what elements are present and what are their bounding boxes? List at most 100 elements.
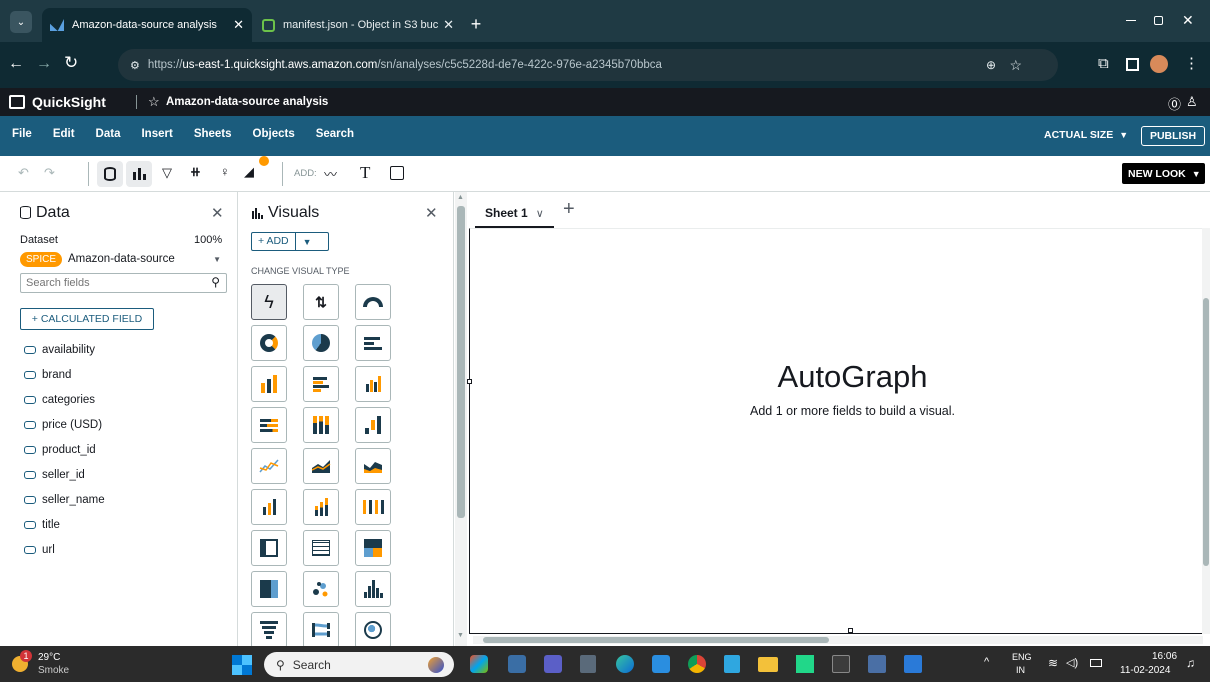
histogram-icon[interactable] [355, 571, 391, 607]
autograph-icon[interactable]: ϟ [251, 284, 287, 320]
sheet-tab[interactable]: Sheet 1 ∨ [475, 200, 554, 228]
field-item[interactable]: brand [0, 362, 238, 387]
visuals-panel-scrollbar[interactable]: ▲ ▼ [455, 192, 467, 646]
canvas-vertical-scrollbar[interactable] [1202, 228, 1210, 634]
resize-handle[interactable] [848, 628, 853, 633]
close-tab-icon[interactable]: ✕ [233, 17, 244, 33]
windows-start-icon[interactable] [232, 655, 252, 675]
field-item[interactable]: availability [0, 337, 238, 362]
area-icon[interactable] [303, 448, 339, 484]
close-tab-icon[interactable]: ✕ [443, 17, 454, 33]
calculated-field-button[interactable]: + CALCULATED FIELD [20, 308, 154, 330]
combo-stacked-icon[interactable] [303, 489, 339, 525]
scroll-up-icon[interactable]: ▲ [457, 194, 464, 201]
extensions-icon[interactable]: ⧉ [1098, 55, 1109, 72]
field-item[interactable]: seller_id [0, 462, 238, 487]
show-hidden-icons[interactable]: ^ [984, 656, 989, 668]
browser-tab-active[interactable]: Amazon-data-source analysis ✕ [42, 8, 252, 42]
publish-button[interactable]: PUBLISH [1141, 126, 1205, 146]
volume-icon[interactable]: ◁) [1066, 656, 1078, 669]
menu-search[interactable]: Search [316, 128, 354, 140]
menu-file[interactable]: File [12, 128, 32, 140]
parameters-icon[interactable]: ⧺ [190, 164, 201, 180]
clock-time[interactable]: 16:06 [1152, 651, 1177, 662]
language-bottom[interactable]: IN [1016, 665, 1025, 675]
close-window-icon[interactable]: ✕ [1182, 12, 1194, 29]
vertical-bar-icon[interactable] [251, 366, 287, 402]
stacked-horizontal-bar-icon[interactable] [251, 407, 287, 443]
sidepanel-icon[interactable] [1126, 58, 1139, 71]
kpi-icon[interactable]: ⇅ [303, 284, 339, 320]
insights-icon[interactable]: ♀ [220, 164, 230, 179]
stacked-area-icon[interactable] [355, 448, 391, 484]
undo-icon[interactable]: ↶ [18, 165, 29, 181]
line-icon[interactable] [251, 448, 287, 484]
heat-map-icon[interactable] [355, 530, 391, 566]
taskbar-app-icon[interactable] [508, 655, 526, 673]
stacked-vertical-bar-icon[interactable] [303, 407, 339, 443]
field-item[interactable]: product_id [0, 437, 238, 462]
reload-icon[interactable]: ↻ [64, 53, 78, 73]
box-plot-icon[interactable] [355, 489, 391, 525]
add-visual-button[interactable]: + ADD ▼ [251, 232, 329, 251]
taskbar-app-icon[interactable] [470, 655, 488, 673]
resize-handle[interactable] [467, 379, 472, 384]
close-visuals-panel-icon[interactable]: ✕ [425, 204, 438, 222]
field-item[interactable]: url [0, 537, 238, 562]
help-icon[interactable]: ⓪ [1168, 94, 1181, 113]
close-data-panel-icon[interactable]: ✕ [211, 204, 224, 222]
horizontal-bar-icon[interactable] [355, 325, 391, 361]
add-sheet-icon[interactable]: + [563, 198, 575, 221]
minimize-window-icon[interactable] [1126, 20, 1136, 21]
notification-bell-icon[interactable]: ♫ [1186, 656, 1195, 670]
menu-edit[interactable]: Edit [53, 128, 75, 140]
redo-icon[interactable]: ↷ [44, 165, 55, 181]
dataset-select[interactable]: SPICE Amazon-data-source ▼ [20, 249, 227, 269]
file-explorer-icon[interactable] [758, 657, 778, 672]
wifi-icon[interactable]: ≋ [1048, 656, 1058, 670]
add-text-icon[interactable]: T [360, 163, 370, 183]
new-tab-button[interactable]: + [466, 14, 486, 34]
visual-placeholder[interactable]: AutoGraph Add 1 or more fields to build … [467, 228, 1205, 634]
themes-icon[interactable]: ◢ [244, 164, 254, 180]
scroll-thumb[interactable] [483, 637, 829, 643]
geo-map-icon[interactable] [355, 612, 391, 646]
bookmark-star-icon[interactable]: ☆ [1009, 57, 1022, 74]
teams-icon[interactable] [544, 655, 562, 673]
field-item[interactable]: categories [0, 387, 238, 412]
filter-icon[interactable]: ▽ [162, 165, 172, 181]
calculator-icon[interactable] [580, 655, 596, 673]
new-look-button[interactable]: NEW LOOK ▼ [1122, 163, 1205, 184]
search-fields-input[interactable] [21, 274, 191, 292]
caret-down-icon[interactable]: ▼ [303, 237, 312, 247]
back-icon[interactable]: ← [8, 55, 24, 73]
field-item[interactable]: price (USD) [0, 412, 238, 437]
weather-widget[interactable]: 1 29°C Smoke [8, 650, 98, 678]
vscode-icon[interactable] [652, 655, 670, 673]
remote-desktop-icon[interactable] [868, 655, 886, 673]
menu-objects[interactable]: Objects [253, 128, 295, 140]
gauge-icon[interactable] [355, 284, 391, 320]
clustered-vertical-bar-icon[interactable] [355, 366, 391, 402]
pie-icon[interactable] [303, 325, 339, 361]
browser-tab[interactable]: manifest.json - Object in S3 buc ✕ [254, 8, 462, 42]
field-item[interactable]: seller_name [0, 487, 238, 512]
forward-icon[interactable]: → [36, 55, 52, 73]
table-icon[interactable] [303, 530, 339, 566]
browser-menu-icon[interactable]: ⋮ [1184, 54, 1199, 72]
site-info-icon[interactable]: ⚙ [130, 59, 140, 72]
menu-sheets[interactable]: Sheets [194, 128, 232, 140]
menu-data[interactable]: Data [96, 128, 121, 140]
analysis-title[interactable]: Amazon-data-source analysis [166, 96, 328, 108]
add-image-icon[interactable] [390, 166, 404, 180]
combo-bar-line-icon[interactable] [251, 489, 287, 525]
profile-avatar[interactable] [1150, 55, 1168, 73]
horizontal-scrollbar[interactable] [473, 636, 1203, 644]
sankey-icon[interactable] [303, 612, 339, 646]
visuals-pane-toggle-icon[interactable] [126, 161, 152, 187]
user-icon[interactable]: ♙ [1186, 94, 1198, 110]
tree-map-icon[interactable] [251, 571, 287, 607]
zoom-icon[interactable]: ⊕ [986, 58, 996, 72]
scroll-thumb[interactable] [457, 206, 465, 518]
tab-search-dropdown[interactable]: ⌄ [10, 11, 32, 33]
